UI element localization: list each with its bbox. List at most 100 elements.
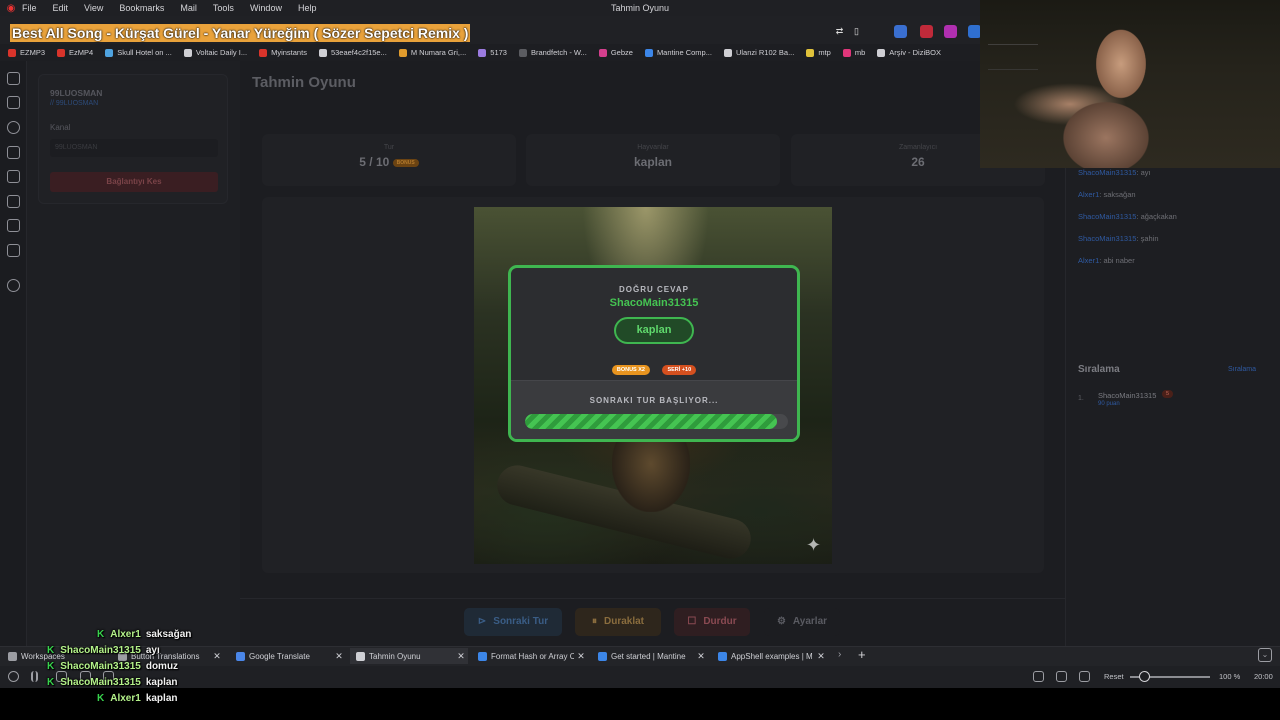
overlay-chat-text: saksağan <box>145 629 192 640</box>
bookmark-item[interactable]: Ulanzi R102 Ba... <box>723 48 794 57</box>
bookmark-item[interactable]: Brandfetch - W... <box>518 48 587 57</box>
notes-icon[interactable] <box>7 146 20 159</box>
kick-icon: K <box>47 677 55 688</box>
bookmark-favicon-icon <box>806 48 815 57</box>
tab-appshell-examples[interactable]: AppShell examples | M ✕ <box>712 648 828 664</box>
menu-help[interactable]: Help <box>298 3 317 13</box>
channel-input[interactable]: 99LUOSMAN <box>50 139 218 157</box>
stat-animals-value: kaplan <box>633 155 672 169</box>
speaker-icon <box>356 651 365 661</box>
bookmark-favicon-icon <box>105 48 114 57</box>
tab-get-started-mantine[interactable]: Get started | Mantine ✕ <box>592 648 708 664</box>
add-panel-icon[interactable] <box>7 279 20 292</box>
page-actions-icon[interactable] <box>1079 671 1090 682</box>
next-round-button[interactable]: ⊳ Sonraki Tur <box>464 608 562 636</box>
vivaldi-logo-icon[interactable]: ◉ <box>0 3 22 14</box>
chat-user: ShacoMain31315 <box>1078 168 1137 177</box>
bookmark-item[interactable]: 5173 <box>478 48 507 57</box>
bookmark-icon[interactable]: ▯ <box>850 25 863 38</box>
webcam-overlay <box>980 0 1280 168</box>
close-icon[interactable]: ✕ <box>454 651 468 662</box>
ranking-link[interactable]: Sıralama <box>1228 366 1256 373</box>
close-icon[interactable]: ✕ <box>814 651 828 662</box>
bookmark-label: Skull Hotel on ... <box>117 48 172 57</box>
bookmark-item[interactable]: mb <box>842 48 866 57</box>
downloads-icon[interactable] <box>7 96 20 109</box>
pause-button[interactable]: ⏸ Duraklat <box>575 608 661 636</box>
stop-button[interactable]: ☐ Durdur <box>674 608 750 636</box>
rank-number: 1. <box>1078 395 1084 402</box>
next-round-section <box>511 380 797 439</box>
ranking-title: Sıralama <box>1078 364 1120 375</box>
bookmark-item[interactable]: 53eaef4c2f15e... <box>318 48 387 57</box>
disconnect-button[interactable]: Bağlantıyı Kes <box>50 172 218 192</box>
tab-label: Get started | Mantine <box>611 651 686 661</box>
history-icon[interactable] <box>7 121 20 134</box>
bookmark-item[interactable]: EZMP3 <box>8 48 45 57</box>
bookmark-favicon-icon <box>877 48 886 57</box>
sync-icon[interactable] <box>8 671 19 682</box>
tab-favicon <box>478 651 487 661</box>
menu-window[interactable]: Window <box>250 3 282 13</box>
bookmark-item[interactable]: Skull Hotel on ... <box>105 48 172 57</box>
bookmark-favicon-icon <box>8 48 16 57</box>
close-icon[interactable]: ✕ <box>694 651 708 662</box>
bookmark-item[interactable]: Mantine Comp... <box>644 48 712 57</box>
close-icon[interactable]: ✕ <box>210 651 224 662</box>
bookmark-favicon-icon <box>183 48 192 57</box>
menu-mail[interactable]: Mail <box>180 3 197 13</box>
bookmark-label: Gebze <box>610 48 633 57</box>
bookmark-favicon-icon <box>644 48 653 57</box>
tab-google-translate[interactable]: Google Translate ✕ <box>230 648 346 664</box>
menu-tools[interactable]: Tools <box>213 3 234 13</box>
bookmarks-panel-icon[interactable] <box>7 72 20 85</box>
bookmark-item[interactable]: M Numara Gri,... <box>398 48 466 57</box>
chevron-down-icon[interactable]: ⌄ <box>1258 648 1272 662</box>
menu-edit[interactable]: Edit <box>53 3 69 13</box>
rank-streak-badge: 5 <box>1162 390 1174 398</box>
zoom-slider-handle[interactable] <box>1138 671 1150 682</box>
extension-icon[interactable] <box>944 25 957 38</box>
bookmark-label: 5173 <box>490 48 507 57</box>
next-round-label: SONRAKI TUR BAŞLIYOR... <box>589 396 719 405</box>
extension-icon[interactable] <box>894 25 907 38</box>
reading-list-icon[interactable] <box>7 219 20 232</box>
screenshot-icon[interactable] <box>1033 671 1044 682</box>
close-icon[interactable]: ✕ <box>574 651 588 662</box>
chat-user: ShacoMain31315 <box>1078 234 1137 243</box>
tab-tahmin-oyunu[interactable]: Tahmin Oyunu ✕ <box>350 648 468 664</box>
overlay-chat-user: ShacoMain31315 <box>60 661 141 672</box>
tab-format-hash[interactable]: Format Hash or Array C ✕ <box>472 648 588 664</box>
bookmark-item[interactable]: Voltaic Daily I... <box>183 48 247 57</box>
chat-text: şahin <box>1140 234 1159 243</box>
bookmark-item[interactable]: mtp <box>806 48 831 57</box>
window-panel-icon[interactable] <box>7 195 20 208</box>
connected-username: 99LUOSMAN <box>50 88 103 98</box>
bookmark-item[interactable]: Arşiv - DiziBOX <box>877 48 941 57</box>
extension-icon[interactable] <box>920 25 933 38</box>
tiling-icon[interactable] <box>1056 671 1067 682</box>
translate-panel-icon[interactable] <box>7 170 20 183</box>
menu-bookmarks[interactable]: Bookmarks <box>119 3 164 13</box>
mail-icon[interactable] <box>7 244 20 257</box>
bookmark-label: mtp <box>818 48 831 57</box>
overlay-chat-text: ayı <box>145 645 160 656</box>
pause-label: Duraklat <box>603 616 644 627</box>
bookmark-item[interactable]: EzMP4 <box>57 48 93 57</box>
modal-title: DOĞRU CEVAP <box>619 285 689 294</box>
translate-icon[interactable]: ⇄ <box>833 25 846 38</box>
overlay-chat-user: Alxer1 <box>110 629 141 640</box>
bookmark-item[interactable]: Gebze <box>598 48 633 57</box>
bookmark-label: mb <box>854 48 866 57</box>
menu-file[interactable]: File <box>22 3 37 13</box>
new-tab-icon[interactable]: + <box>858 647 866 662</box>
zoom-reset-button[interactable]: Reset <box>1104 672 1124 681</box>
chat-message: ShacoMain31315: şahin <box>1078 234 1159 243</box>
bookmark-item[interactable]: Myinstants <box>259 48 307 57</box>
chevron-right-icon[interactable]: › <box>838 649 841 660</box>
chat-text: ayı <box>1140 168 1151 177</box>
panel-toggle-icon[interactable] <box>31 671 38 682</box>
settings-button[interactable]: ⚙ Ayarlar <box>764 608 840 636</box>
menu-view[interactable]: View <box>84 3 103 13</box>
close-icon[interactable]: ✕ <box>332 651 346 662</box>
